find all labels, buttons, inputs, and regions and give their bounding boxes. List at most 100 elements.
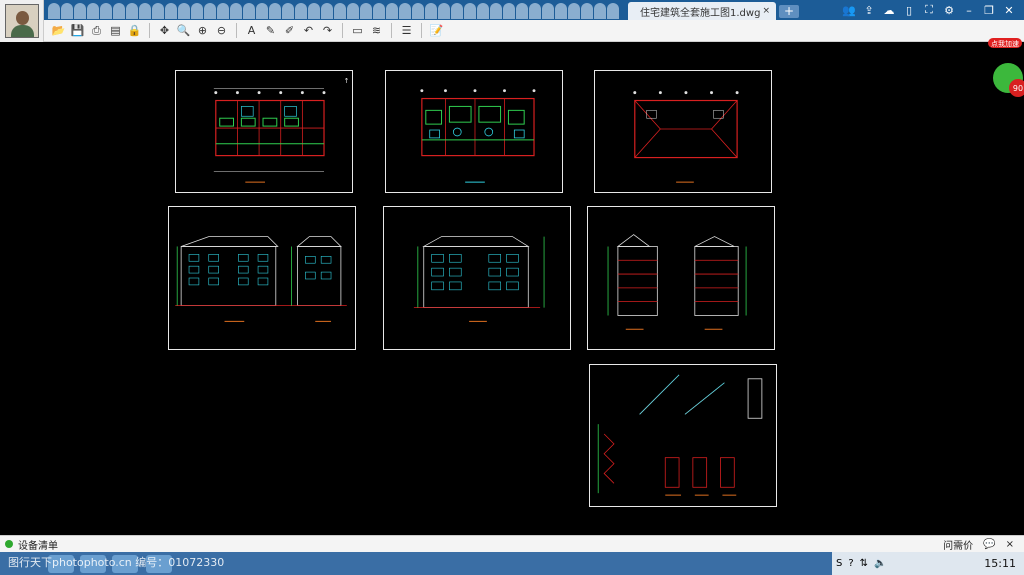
tab-strip-scallop	[308, 3, 320, 19]
tab-strip-scallop	[269, 3, 281, 19]
tab-strip-scallop	[152, 3, 164, 19]
tab-strip-scallop	[61, 3, 73, 19]
tab-strip-scallop	[503, 3, 515, 19]
tab-strip-scallop	[282, 3, 294, 19]
toolbar-separator	[149, 23, 150, 38]
watermark-text: 图行天下photophoto.cn 编号：01072330	[8, 556, 225, 569]
badge-value: 90	[1013, 84, 1023, 93]
highlighter-icon[interactable]: ✐	[281, 22, 298, 39]
drawing-sheet-plan-1[interactable]: ↑	[175, 70, 353, 193]
system-tray: S ? ⇅ 🔈 15:11	[832, 552, 1024, 575]
drawing-canvas[interactable]: ↑	[0, 42, 1024, 535]
minimize-icon[interactable]: –	[962, 4, 976, 17]
new-tab-button[interactable]: +	[779, 5, 799, 18]
tab-strip-scallop	[74, 3, 86, 19]
tab-strip-scallop	[568, 3, 580, 19]
status-close-icon[interactable]: ×	[1006, 539, 1014, 550]
tab-strip-scallop	[477, 3, 489, 19]
tab-strip-scallop	[373, 3, 385, 19]
stair-details-drawing	[597, 374, 763, 496]
chat-icon[interactable]: 💬	[983, 539, 995, 550]
network-icon[interactable]: ⇅	[860, 558, 868, 569]
tab-strip-scallop	[113, 3, 125, 19]
close-icon[interactable]: ✕	[1002, 4, 1016, 17]
tab-strip-scallop	[347, 3, 359, 19]
notes-icon[interactable]: 📝	[428, 22, 445, 39]
tab-strip-scallop	[178, 3, 190, 19]
export-pdf-icon[interactable]: ▤	[107, 22, 124, 39]
tab-strip-scallop	[542, 3, 554, 19]
drawing-sheet-section[interactable]	[587, 206, 775, 350]
speed-up-badge[interactable]: 点我加速 90	[986, 38, 1024, 100]
tab-strip-scallop	[126, 3, 138, 19]
floor-plan-drawing	[420, 89, 536, 183]
tab-strip-scallop	[256, 3, 268, 19]
tab-strip-scallop	[360, 3, 372, 19]
print-icon[interactable]: ⎙	[88, 22, 105, 39]
tab-strip-scallop	[48, 3, 60, 19]
zoom-realtime-icon[interactable]: 🔍	[175, 22, 192, 39]
tab-strip-scallop	[594, 3, 606, 19]
save-icon[interactable]: 💾	[69, 22, 86, 39]
ask-price-button[interactable]: 问需价	[943, 537, 973, 552]
drawing-sheet-elevation-2[interactable]	[383, 206, 571, 350]
measure-icon[interactable]: ▭	[349, 22, 366, 39]
avatar	[4, 4, 39, 38]
drawing-sheet-roof-plan[interactable]	[594, 70, 772, 193]
layers-icon[interactable]: ☰	[398, 22, 415, 39]
toolbar: 📂 💾 ⎙ ▤ 🔒 ✥ 🔍 ⊕ ⊖ A ✎ ✐ ↶ ↷ ▭ ≋ ☰ 📝	[44, 20, 1024, 42]
undo-icon[interactable]: ↶	[300, 22, 317, 39]
svg-text:↑: ↑	[344, 77, 350, 85]
tab-close-icon[interactable]: ×	[762, 6, 770, 16]
section-drawing	[607, 234, 747, 330]
tab-strip-scallop	[529, 3, 541, 19]
tab-strip-scallop	[243, 3, 255, 19]
text-icon[interactable]: A	[243, 22, 260, 39]
compare-icon[interactable]: ≋	[368, 22, 385, 39]
wechat-icon[interactable]: ☁	[882, 4, 896, 17]
tab-strip-scallop	[139, 3, 151, 19]
tab-strip-decoration	[48, 3, 623, 19]
tab-strip-scallop	[230, 3, 242, 19]
device-list-label[interactable]: 设备清单	[18, 537, 58, 552]
elevation-drawing	[413, 236, 545, 322]
restore-icon[interactable]: ❐	[982, 4, 996, 17]
tab-document[interactable]: 住宅建筑全套施工图1.dwg ×	[628, 2, 776, 20]
floor-plan-drawing: ↑	[213, 77, 350, 183]
settings-icon[interactable]: ⚙	[942, 4, 956, 17]
window-controls: 👥 ⇪ ☁ ▯ ⛶ ⚙ – ❐ ✕	[842, 0, 1024, 20]
roof-plan-drawing	[633, 91, 739, 183]
tab-strip-scallop	[399, 3, 411, 19]
tab-strip-scallop	[555, 3, 567, 19]
input-method-icon[interactable]: S	[836, 558, 842, 569]
tab-strip-scallop	[490, 3, 502, 19]
elevation-drawing	[175, 236, 347, 322]
drawing-sheet-elevation-1[interactable]	[168, 206, 356, 350]
share-icon[interactable]: ⇪	[862, 4, 876, 17]
tab-strip-scallop	[165, 3, 177, 19]
tab-strip-scallop	[581, 3, 593, 19]
tab-strip-scallop	[516, 3, 528, 19]
zoom-out-icon[interactable]: ⊖	[213, 22, 230, 39]
phone-icon[interactable]: ▯	[902, 4, 916, 17]
volume-icon[interactable]: 🔈	[874, 558, 886, 569]
drawing-sheet-plan-2[interactable]	[385, 70, 563, 193]
fullscreen-icon[interactable]: ⛶	[922, 3, 936, 17]
open-icon[interactable]: 📂	[50, 22, 67, 39]
tab-strip-scallop	[425, 3, 437, 19]
help-icon[interactable]: ?	[848, 558, 853, 569]
people-icon[interactable]: 👥	[842, 4, 856, 17]
tab-strip-scallop	[217, 3, 229, 19]
user-avatar-button[interactable]	[0, 0, 44, 42]
tab-title: 住宅建筑全套施工图1.dwg	[640, 7, 761, 19]
tab-strip-scallop	[451, 3, 463, 19]
tab-strip-scallop	[100, 3, 112, 19]
lock-icon[interactable]: 🔒	[126, 22, 143, 39]
pan-icon[interactable]: ✥	[156, 22, 173, 39]
clock: 15:11	[984, 557, 1016, 570]
drawing-sheet-details[interactable]	[589, 364, 777, 507]
zoom-in-icon[interactable]: ⊕	[194, 22, 211, 39]
app-window: 住宅建筑全套施工图1.dwg × + 👥 ⇪ ☁ ▯ ⛶ ⚙ – ❐ ✕ 📂 💾…	[0, 0, 1024, 575]
redo-icon[interactable]: ↷	[319, 22, 336, 39]
pencil-icon[interactable]: ✎	[262, 22, 279, 39]
